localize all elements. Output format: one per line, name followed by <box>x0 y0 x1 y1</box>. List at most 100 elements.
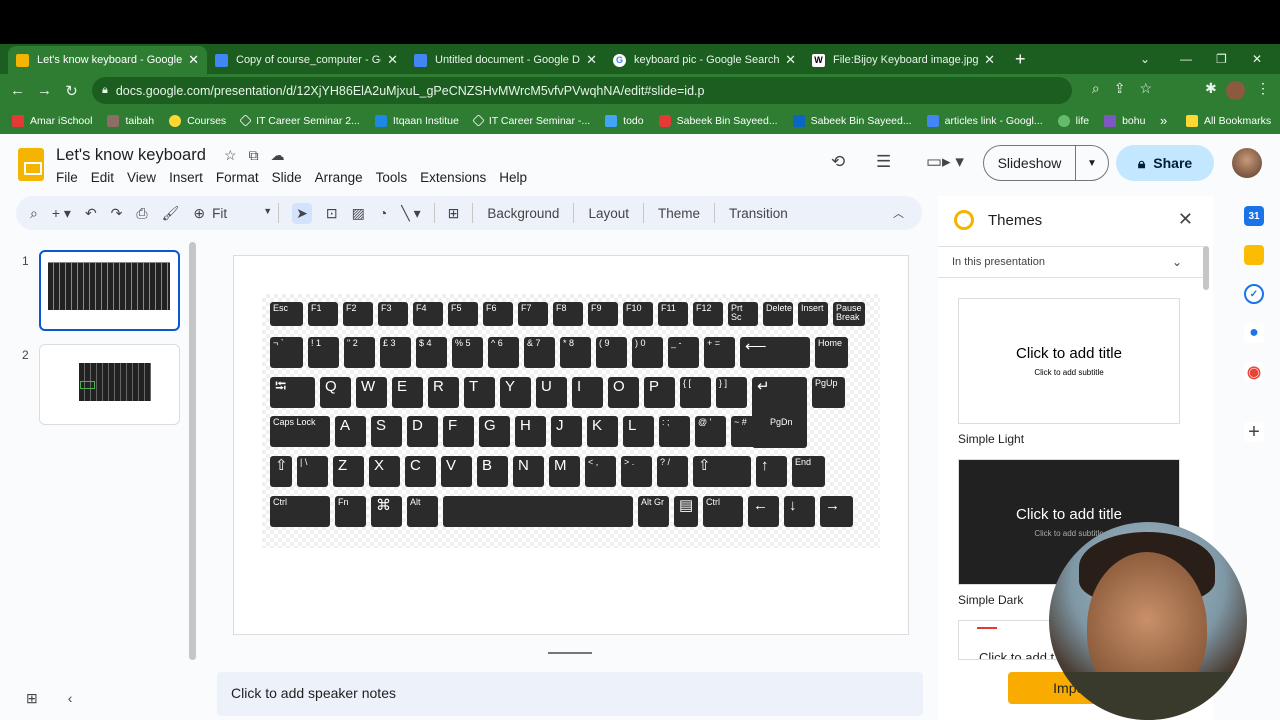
close-tab-icon[interactable]: ✕ <box>586 52 597 68</box>
paint-format-icon[interactable]: 🖌︎ <box>162 205 180 222</box>
menu-insert[interactable]: Insert <box>169 170 203 185</box>
slideshow-label[interactable]: Slideshow <box>984 146 1076 180</box>
back-icon[interactable]: ← <box>4 82 31 99</box>
collapse-panel-icon[interactable]: ‹ <box>68 690 73 707</box>
bookmark-item[interactable]: Amar iSchool <box>12 114 92 127</box>
tab-lets-know-keyboard[interactable]: Let's know keyboard - Google Sli ✕ <box>8 46 207 74</box>
slide-thumbnail-2[interactable] <box>39 344 180 425</box>
tab-untitled-document[interactable]: Untitled document - Google Doc ✕ <box>406 46 605 74</box>
search-menus-icon[interactable]: ⌕ <box>30 205 38 222</box>
menu-view[interactable]: View <box>127 170 156 185</box>
maximize-icon[interactable]: ❐ <box>1216 44 1227 74</box>
zoom-icon[interactable]: ⌕ <box>1092 80 1100 97</box>
forward-icon[interactable]: → <box>31 82 58 99</box>
bookmark-item[interactable]: articles link - Googl... <box>926 114 1043 127</box>
notes-resize-handle[interactable] <box>548 652 592 654</box>
transition-button[interactable]: Transition <box>729 206 788 221</box>
slides-logo-icon[interactable] <box>18 148 44 181</box>
menu-arrange[interactable]: Arrange <box>315 170 363 185</box>
version-history-icon[interactable]: ⟲ <box>831 152 845 172</box>
minimize-icon[interactable]: — <box>1180 44 1192 74</box>
bookmark-item[interactable]: IT Career Seminar -... <box>471 114 590 127</box>
close-window-icon[interactable]: ✕ <box>1252 44 1262 74</box>
comments-icon[interactable]: ☰ <box>876 152 891 172</box>
share-button[interactable]: 🔒︎ Share <box>1116 145 1214 181</box>
close-tab-icon[interactable]: ✕ <box>387 52 398 68</box>
bookmark-item[interactable]: Sabeek Bin Sayeed... <box>792 114 912 127</box>
move-folder-icon[interactable]: ⧉ <box>249 147 259 164</box>
contacts-icon[interactable]: ● <box>1244 323 1264 343</box>
theme-button[interactable]: Theme <box>658 206 700 221</box>
tab-keyboard-pic[interactable]: G keyboard pic - Google Search ✕ <box>605 46 804 74</box>
tab-bijoy-keyboard[interactable]: W File:Bijoy Keyboard image.jpg - S ✕ <box>804 46 1003 74</box>
add-app-icon[interactable]: + <box>1244 421 1264 443</box>
account-avatar[interactable] <box>1232 148 1262 178</box>
maps-icon[interactable]: ◉ <box>1244 362 1264 382</box>
meet-icon[interactable]: ▭▸ ▾ <box>926 152 964 172</box>
slideshow-dropdown-icon[interactable]: ▼ <box>1076 158 1108 169</box>
menu-slide[interactable]: Slide <box>272 170 302 185</box>
redo-icon[interactable]: ↷ <box>111 205 123 222</box>
close-tab-icon[interactable]: ✕ <box>984 52 995 68</box>
line-icon[interactable]: ╲ ▾ <box>401 205 420 222</box>
theme-card-simple-light[interactable]: Click to add title Click to add subtitle <box>958 298 1180 424</box>
new-tab-icon[interactable]: + <box>1003 49 1038 74</box>
tasks-icon[interactable]: ✓ <box>1244 284 1264 304</box>
tab-copy-of-course[interactable]: Copy of course_computer - Goo ✕ <box>207 46 406 74</box>
print-icon[interactable]: ⎙ <box>136 205 147 222</box>
extensions-icon[interactable]: ✱ <box>1205 80 1217 97</box>
cloud-status-icon[interactable]: ☁ <box>271 147 285 164</box>
share-page-icon[interactable]: ⇪ <box>1114 80 1126 97</box>
speaker-notes[interactable]: Click to add speaker notes <box>217 672 923 716</box>
menu-format[interactable]: Format <box>216 170 259 185</box>
all-bookmarks[interactable]: All Bookmarks <box>1186 114 1271 127</box>
themes-scrollbar[interactable] <box>1203 246 1209 290</box>
menu-tools[interactable]: Tools <box>376 170 408 185</box>
close-tab-icon[interactable]: ✕ <box>785 52 796 68</box>
calendar-icon[interactable]: 31 <box>1244 206 1264 226</box>
menu-file[interactable]: File <box>56 170 78 185</box>
image-icon[interactable]: ▨ <box>352 205 365 222</box>
star-icon[interactable]: ☆ <box>224 147 237 164</box>
document-title[interactable]: Let's know keyboard <box>56 146 206 165</box>
bookmark-item[interactable]: life <box>1057 114 1089 127</box>
collapse-toolbar-icon[interactable]: ︿ <box>893 205 904 221</box>
zoom-icon[interactable]: ⊕ <box>193 205 205 222</box>
more-menu-icon[interactable]: ⋮ <box>1256 80 1270 97</box>
menu-help[interactable]: Help <box>499 170 527 185</box>
menu-extensions[interactable]: Extensions <box>420 170 486 185</box>
grid-view-icon[interactable]: ⊞ <box>26 690 38 707</box>
bookmark-item[interactable]: IT Career Seminar 2... <box>239 114 360 127</box>
bookmarks-overflow[interactable]: » <box>1160 113 1167 128</box>
close-tab-icon[interactable]: ✕ <box>188 52 199 68</box>
menu-edit[interactable]: Edit <box>91 170 114 185</box>
url-bar[interactable]: 🔒︎ docs.google.com/presentation/d/12XjYH… <box>92 77 1072 104</box>
bookmark-item[interactable]: Courses <box>169 114 226 127</box>
filmstrip-scrollbar[interactable] <box>189 242 196 660</box>
bookmark-star-icon[interactable]: ☆ <box>1139 80 1152 97</box>
profile-avatar[interactable] <box>1226 81 1245 100</box>
close-icon[interactable]: ✕ <box>1178 209 1193 230</box>
layout-button[interactable]: Layout <box>588 206 629 221</box>
keep-icon[interactable] <box>1244 245 1264 265</box>
keyboard-image[interactable]: Esc F1 F2 F3 F4 F5 F6 F7 F8 F9 F10 F11 F12 Prt Sc Dele… <box>262 294 880 548</box>
bookmark-item[interactable]: taibah <box>107 114 154 127</box>
bookmark-item[interactable]: todo <box>605 114 644 127</box>
tab-search-icon[interactable]: ⌄ <box>1140 44 1150 74</box>
reload-icon[interactable]: ↻ <box>58 82 85 100</box>
slide-canvas[interactable]: Esc F1 F2 F3 F4 F5 F6 F7 F8 F9 F10 F11 F12 Prt Sc Dele… <box>233 255 909 635</box>
themes-filter-select[interactable]: In this presentation ⌄ <box>938 246 1204 278</box>
new-slide-icon[interactable]: + ▾ <box>52 205 71 222</box>
bookmark-item[interactable]: bohu <box>1104 114 1145 127</box>
zoom-select[interactable]: Fit ▼ <box>212 206 272 221</box>
text-box-icon[interactable]: ⊡ <box>326 205 338 222</box>
bookmark-item[interactable]: Itqaan Institue <box>374 114 459 127</box>
select-tool-icon[interactable]: ➤ <box>292 202 312 224</box>
undo-icon[interactable]: ↶ <box>85 205 97 222</box>
shape-icon[interactable]: ◔ <box>379 205 387 221</box>
add-comment-icon[interactable]: ⊞ <box>448 205 460 222</box>
bookmark-item[interactable]: Sabeek Bin Sayeed... <box>658 114 778 127</box>
slideshow-button[interactable]: Slideshow ▼ <box>983 145 1109 181</box>
background-button[interactable]: Background <box>487 206 559 221</box>
slide-thumbnail-1[interactable] <box>39 250 180 331</box>
